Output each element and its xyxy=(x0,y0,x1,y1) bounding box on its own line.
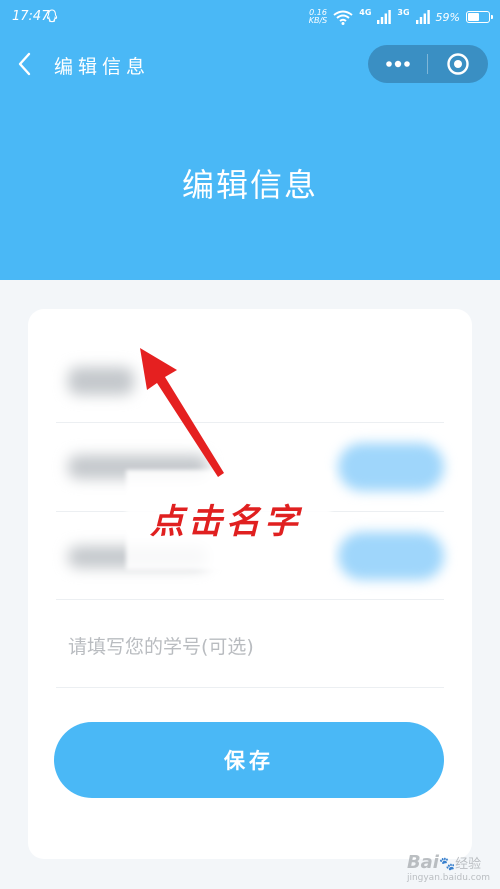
edit-info-card: 保存 xyxy=(28,309,472,859)
student-id-input[interactable] xyxy=(68,627,428,667)
signal-icon xyxy=(377,10,392,24)
annotation-text: 点击名字 xyxy=(150,502,302,542)
watermark: Bai🐾经验 jingyan.baidu.com xyxy=(407,852,490,883)
header: 17:47 0.16 KB/S 4G 3G 59% 编辑信息 编辑信息 xyxy=(0,0,500,280)
network-type-1: 4G xyxy=(359,7,372,17)
row-divider xyxy=(56,599,444,600)
more-dots-icon xyxy=(385,60,410,68)
save-button[interactable]: 保存 xyxy=(54,722,444,798)
row-divider xyxy=(56,687,444,688)
battery-icon xyxy=(466,11,493,23)
network-type-2: 3G xyxy=(397,7,410,17)
status-bar: 17:47 0.16 KB/S 4G 3G 59% xyxy=(0,0,500,34)
nav-title: 编辑信息 xyxy=(54,56,151,78)
mini-program-capsule xyxy=(368,45,488,83)
close-target-icon xyxy=(447,53,469,75)
status-indicators: 0.16 KB/S 4G 3G 59% xyxy=(308,6,493,28)
battery-percent: 59% xyxy=(435,10,460,24)
watermark-logo: Bai xyxy=(406,852,439,873)
back-arrow-icon[interactable] xyxy=(12,50,40,78)
watermark-suffix: 经验 xyxy=(455,857,482,872)
red-arrow-annotation xyxy=(140,348,224,477)
watermark-url: jingyan.baidu.com xyxy=(406,873,490,883)
qq-icon xyxy=(46,9,58,23)
name-row[interactable] xyxy=(56,335,444,427)
close-button[interactable] xyxy=(428,45,488,83)
more-button[interactable] xyxy=(368,45,427,83)
status-time: 17:47 xyxy=(12,9,50,24)
paw-icon: 🐾 xyxy=(438,857,456,872)
battery-level xyxy=(468,13,479,21)
blurred-action-button[interactable] xyxy=(338,443,444,491)
page-title: 编辑信息 xyxy=(181,166,318,204)
blurred-action-button[interactable] xyxy=(338,532,444,580)
signal-icon xyxy=(415,10,430,24)
nav-bar: 编辑信息 xyxy=(0,40,500,88)
net-speed: 0.16 KB/S xyxy=(308,8,328,25)
wifi-icon xyxy=(333,10,353,25)
